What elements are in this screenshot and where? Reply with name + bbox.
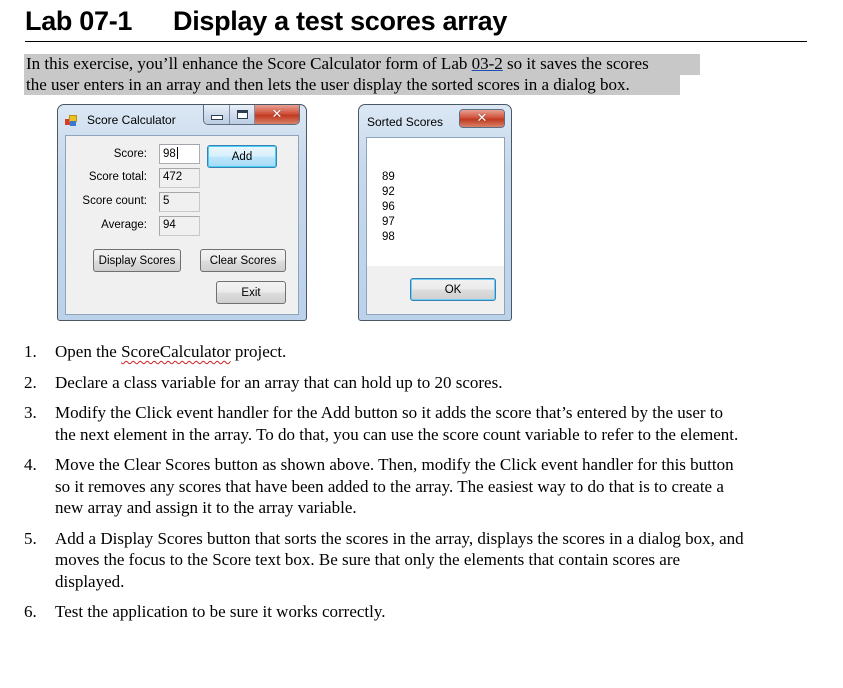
title-bar[interactable]: Score Calculator ✕	[58, 105, 306, 133]
sorted-scores-dialog: Sorted Scores ✕ 89 92 96 97 98 OK	[358, 104, 512, 321]
lab-heading: Lab 07-1 Display a test scores array	[25, 6, 507, 37]
maximize-icon	[236, 110, 248, 119]
dialog-close-button[interactable]: ✕	[460, 110, 504, 127]
intro-line-2: the user enters in an array and then let…	[24, 74, 680, 95]
score-count-field: 5	[159, 192, 200, 212]
step-item: 6. Test the application to be sure it wor…	[24, 601, 724, 623]
minimize-button[interactable]	[204, 105, 230, 124]
sorted-scores-list: 89 92 96 97 98	[382, 170, 395, 245]
step-number: 3.	[24, 403, 37, 422]
intro-text: so it saves the scores	[502, 54, 649, 73]
step-number: 4.	[24, 455, 37, 474]
intro-text: In this exercise, you’ll enhance the Sco…	[26, 54, 472, 73]
step-item: 1. Open the ScoreCalculator project.	[24, 341, 724, 363]
caption-buttons: ✕	[203, 105, 300, 125]
instruction-steps: 1. Open the ScoreCalculator project. 2. De…	[24, 341, 744, 632]
minimize-icon	[210, 115, 223, 120]
message-area: 89 92 96 97 98	[367, 138, 504, 266]
score-item: 96	[382, 201, 395, 213]
step-item: 4. Move the Clear Scores button as shown …	[24, 454, 745, 519]
intro-paragraph: In this exercise, you’ll enhance the Sco…	[24, 54, 700, 95]
step-text: project.	[230, 342, 287, 361]
lab-link[interactable]: 03-2	[472, 54, 503, 73]
score-item: 92	[382, 186, 395, 198]
step-number: 5.	[24, 528, 37, 548]
step-text: Declare a class variable for an array th…	[55, 372, 503, 392]
window-title: Score Calculator	[87, 113, 176, 127]
close-icon: ✕	[271, 107, 283, 122]
step-text: Move the Clear Scores button as shown ab…	[55, 455, 734, 517]
form-client-area: Score: 98 Add Score total: 472 Score cou…	[65, 135, 299, 315]
step-text: Modify the Click event handler for the A…	[55, 403, 739, 444]
lab-title: Display a test scores array	[173, 6, 508, 36]
dialog-caption-buttons: ✕	[459, 109, 505, 128]
dialog-title-bar[interactable]: Sorted Scores ✕	[359, 105, 511, 133]
step-number: 1.	[24, 342, 37, 361]
step-text: Open the	[55, 342, 122, 361]
display-scores-button[interactable]: Display Scores	[93, 249, 181, 272]
winforms-app-icon	[65, 115, 77, 126]
score-count-label: Score count:	[82, 195, 147, 207]
spellcheck-word: ScoreCalculator	[121, 342, 231, 361]
score-value: 98	[163, 148, 176, 160]
dialog-title: Sorted Scores	[367, 115, 444, 129]
lab-number: Lab 07-1	[25, 6, 133, 36]
step-item: 3. Modify the Click event handler for the…	[24, 402, 745, 445]
score-total-field: 472	[159, 168, 200, 188]
score-label: Score:	[113, 148, 147, 160]
add-button[interactable]: Add	[207, 145, 277, 168]
close-icon: ✕	[476, 111, 488, 126]
step-text: Add a Display Scores button that sorts t…	[55, 528, 744, 591]
score-calculator-window: Score Calculator ✕ Score: 98 Add Score t…	[57, 104, 307, 321]
score-item: 98	[382, 231, 395, 243]
average-field: 94	[159, 216, 200, 236]
text-caret	[176, 147, 178, 159]
ok-button[interactable]: OK	[410, 278, 496, 301]
intro-line-1: In this exercise, you’ll enhance the Sco…	[24, 54, 700, 75]
score-total-label: Score total:	[88, 171, 147, 183]
heading-rule	[25, 41, 807, 42]
average-label: Average:	[101, 219, 147, 231]
step-number: 2.	[24, 372, 37, 392]
score-item: 97	[382, 216, 395, 228]
exit-button[interactable]: Exit	[216, 281, 286, 304]
step-text: Test the application to be sure it works…	[55, 602, 386, 621]
step-item: 2. Declare a class variable for an array …	[24, 372, 724, 394]
score-input[interactable]: 98	[159, 144, 200, 164]
close-button[interactable]: ✕	[255, 105, 299, 124]
step-number: 6.	[24, 602, 37, 621]
score-item: 89	[382, 171, 395, 183]
dialog-client-area: 89 92 96 97 98 OK	[366, 137, 505, 315]
step-item: 5. Add a Display Scores button that sorts…	[24, 528, 750, 593]
clear-scores-button[interactable]: Clear Scores	[200, 249, 286, 272]
maximize-button[interactable]	[230, 105, 255, 124]
